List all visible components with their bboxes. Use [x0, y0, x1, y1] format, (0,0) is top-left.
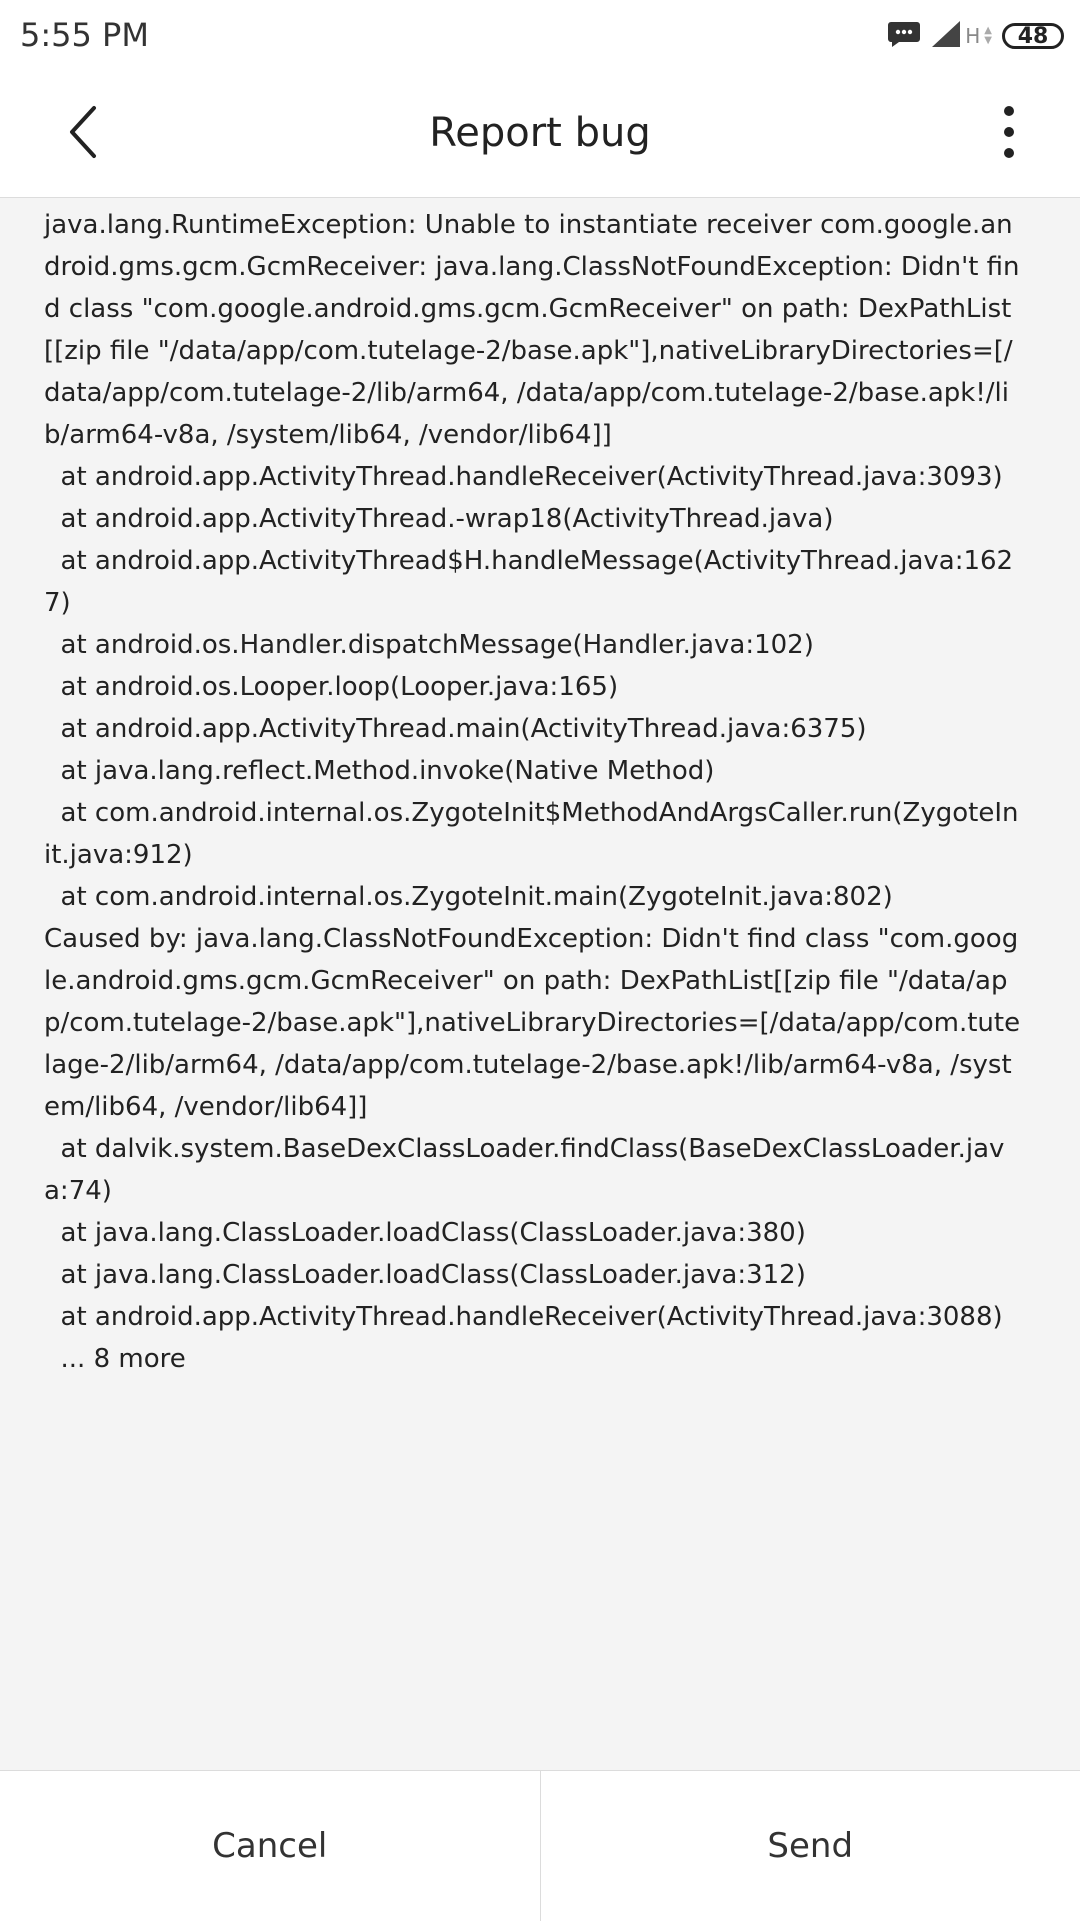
- battery-level: 48: [1018, 24, 1049, 49]
- bug-report-content[interactable]: java.lang.RuntimeException: Unable to in…: [0, 198, 1080, 1770]
- action-bar: Cancel Send: [0, 1770, 1080, 1921]
- status-bar: 5:55 PM H ▲▼ 48: [0, 0, 1080, 72]
- page-title: Report bug: [0, 110, 1080, 156]
- send-button[interactable]: Send: [541, 1771, 1080, 1921]
- stack-trace-text: java.lang.RuntimeException: Unable to in…: [44, 204, 1024, 1380]
- data-activity-icon: ▲▼: [984, 26, 992, 46]
- network-type-label: H: [965, 24, 980, 48]
- app-header: Report bug: [0, 72, 1080, 198]
- status-icons: H ▲▼ 48: [887, 18, 1064, 54]
- message-icon: [887, 20, 921, 52]
- cancel-button[interactable]: Cancel: [0, 1771, 540, 1921]
- status-time: 5:55 PM: [20, 16, 149, 54]
- battery-icon: 48: [1002, 23, 1064, 49]
- signal-icon: [931, 20, 961, 52]
- more-vertical-icon[interactable]: [984, 102, 1034, 162]
